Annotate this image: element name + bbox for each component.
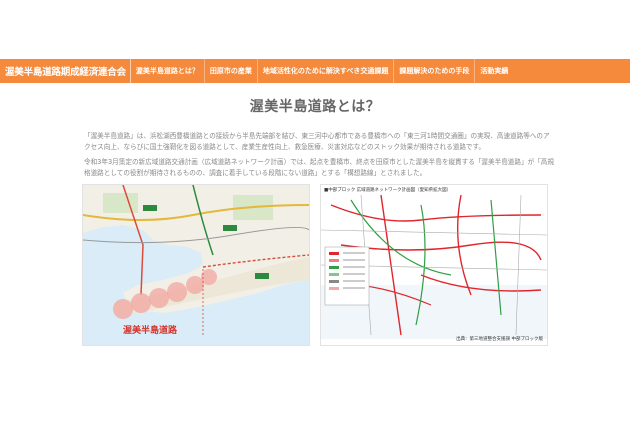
road-network-plan-map: ■中部ブロック 広域道路ネットワーク計画図（愛知県拡大図） 出典：第三地道整合支…: [320, 184, 548, 346]
road-location-map: 渥美半島道路: [82, 184, 310, 346]
top-navbar: 渥美半島道路期成経済連合会 渥美半島道路とは？ 田原市の産業 地域活性化のために…: [0, 59, 630, 83]
nav-item-industry[interactable]: 田原市の産業: [203, 59, 257, 83]
nav-item-traffic-issues[interactable]: 地域活性化のために解決すべき交通課題: [256, 59, 394, 83]
map-caption: ■中部ブロック 広域道路ネットワーク計画図（愛知県拡大図）: [324, 188, 452, 193]
site-brand[interactable]: 渥美半島道路期成経済連合会: [0, 64, 126, 78]
map-source: 出典：第三地道整合支援調 中部ブロック版: [456, 337, 543, 342]
page-title: 渥美半島道路とは？: [249, 99, 381, 115]
map-road-label: 渥美半島道路: [123, 326, 178, 336]
nav-item-activities[interactable]: 活動実績: [474, 59, 513, 83]
plan-paragraph: 令和3年3月策定の新広域道路交通計画（広域道路ネットワーク計画）では、起点を豊橋…: [84, 158, 554, 177]
nav-item-solutions[interactable]: 課題解決のための手段: [393, 59, 474, 83]
intro-paragraph: 「渥美半島道路」は、浜松湖西豊橋道路との接続から半島先端部を結び、東三河中心都市…: [84, 132, 550, 151]
nav-item-about-road[interactable]: 渥美半島道路とは？: [129, 59, 204, 83]
